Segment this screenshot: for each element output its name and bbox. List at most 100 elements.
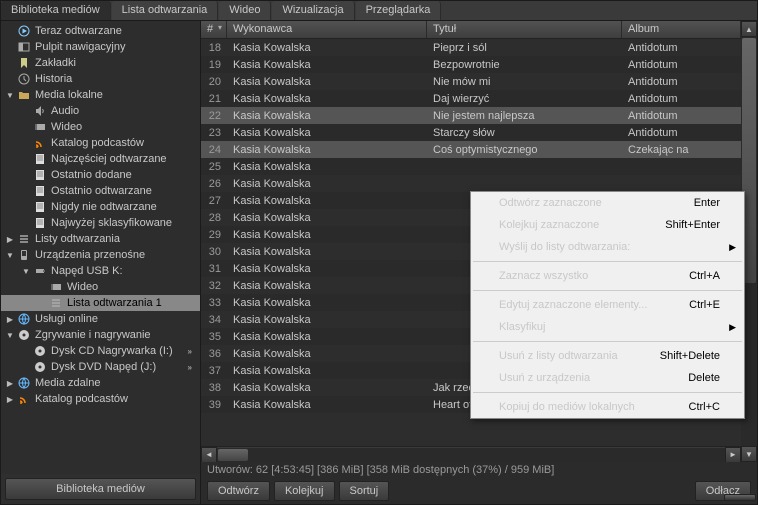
h-scrollbar[interactable]: ◄ ► [201,446,741,462]
tree-label: Dysk CD Nagrywarka (I:) [51,345,173,357]
tree-node-18[interactable]: ▶Usługi online [1,311,200,327]
menu-item-4[interactable]: Zaznacz wszystkoCtrl+A [471,265,744,287]
tree-node-8[interactable]: Najczęściej odtwarzane [1,151,200,167]
tree-node-23[interactable]: ▶Katalog podcastów [1,391,200,407]
tree-node-6[interactable]: Wideo [1,119,200,135]
disclosure-triangle[interactable]: ▶ [5,314,15,324]
disclosure-triangle[interactable]: ▶ [5,234,15,244]
disclosure-triangle[interactable]: ▶ [5,394,15,404]
disclosure-triangle [5,42,15,52]
resize-grip[interactable] [706,491,756,503]
table-row[interactable]: 24Kasia KowalskaCoś optymistycznegoCzeka… [201,141,741,158]
disclosure-triangle [21,170,31,180]
table-row[interactable]: 20Kasia KowalskaNie mów miAntidotum [201,73,741,90]
scroll-up-button[interactable]: ▲ [741,21,757,37]
tree-node-0[interactable]: Teraz odtwarzane [1,23,200,39]
play-button[interactable]: Odtwórz [207,481,270,501]
submenu-arrow-icon: ▶ [729,322,736,333]
table-row[interactable]: 22Kasia KowalskaNie jestem najlepszaAnti… [201,107,741,124]
col-num[interactable]: # [201,21,227,38]
tree-node-3[interactable]: Historia [1,71,200,87]
table-row[interactable]: 26Kasia Kowalska [201,175,741,192]
queue-button[interactable]: Kolejkuj [274,481,335,501]
table-row[interactable]: 25Kasia Kowalska [201,158,741,175]
menu-item-6[interactable]: Edytuj zaznaczone elementy...Ctrl+E [471,294,744,316]
table-row[interactable]: 21Kasia KowalskaDaj wierzyćAntidotum [201,90,741,107]
scroll-right-button[interactable]: ► [725,447,741,463]
tree-node-15[interactable]: ▼Napęd USB K: [1,263,200,279]
cell-album [622,183,741,185]
tree-node-22[interactable]: ▶Media zdalne [1,375,200,391]
tab-1[interactable]: Lista odtwarzania [112,1,219,20]
col-album[interactable]: Album [622,21,741,38]
tree-node-11[interactable]: Nigdy nie odtwarzane [1,199,200,215]
disclosure-triangle[interactable]: ▼ [21,266,31,276]
tree-node-1[interactable]: Pulpit nawigacyjny [1,39,200,55]
tree-node-5[interactable]: Audio [1,103,200,119]
disclosure-triangle [21,218,31,228]
table-row[interactable]: 23Kasia KowalskaStarczy słówAntidotum [201,124,741,141]
tree-node-20[interactable]: Dysk CD Nagrywarka (I:)» [1,343,200,359]
tree-node-19[interactable]: ▼Zgrywanie i nagrywanie [1,327,200,343]
sort-button[interactable]: Sortuj [339,481,390,501]
menu-item-12[interactable]: Kopiuj do mediów lokalnychCtrl+C [471,396,744,418]
tree-node-7[interactable]: Katalog podcastów [1,135,200,151]
disclosure-triangle[interactable]: ▶ [5,378,15,388]
tree-node-12[interactable]: Najwyżej sklasyfikowane [1,215,200,231]
cell-artist: Kasia Kowalska [227,160,427,174]
disclosure-triangle[interactable]: ▼ [5,90,15,100]
rss-icon [33,137,47,149]
menu-item-7[interactable]: Klasyfikuj▶ [471,316,744,338]
tab-4[interactable]: Przeglądarka [356,1,442,20]
col-title[interactable]: Tytuł [427,21,622,38]
h-scroll-track[interactable] [217,448,725,462]
col-artist[interactable]: Wykonawca [227,21,427,38]
tree-node-10[interactable]: Ostatnio odtwarzane [1,183,200,199]
tree-node-14[interactable]: ▼Urządzenia przenośne [1,247,200,263]
disclosure-triangle[interactable]: ▼ [5,330,15,340]
cell-album: Czekając na [622,143,741,157]
cell-num: 28 [201,211,227,225]
cell-num: 22 [201,109,227,123]
tab-3[interactable]: Wizualizacja [272,1,354,20]
menu-item-9[interactable]: Usuń z listy odtwarzaniaShift+Delete [471,345,744,367]
tree-node-2[interactable]: Zakładki [1,55,200,71]
menu-item-10[interactable]: Usuń z urządzeniaDelete [471,367,744,389]
menu-item-0[interactable]: Odtwórz zaznaczoneEnter [471,192,744,214]
cell-artist: Kasia Kowalska [227,398,427,412]
disclosure-triangle [21,154,31,164]
tree-node-17[interactable]: Lista odtwarzania 1 [1,295,200,311]
menu-label: Kopiuj do mediów lokalnych [499,401,635,413]
table-row[interactable]: 18Kasia KowalskaPieprz i sólAntidotum [201,39,741,56]
tree-node-21[interactable]: Dysk DVD Napęd (J:)» [1,359,200,375]
scroll-left-button[interactable]: ◄ [201,447,217,463]
menu-separator [473,341,742,342]
menu-item-1[interactable]: Kolejkuj zaznaczoneShift+Enter [471,214,744,236]
library-button[interactable]: Biblioteka mediów [5,478,196,500]
rss-icon [17,393,31,405]
tree-node-13[interactable]: ▶Listy odtwarzania [1,231,200,247]
doc-icon [33,217,47,229]
tree-node-4[interactable]: ▼Media lokalne [1,87,200,103]
tree-label: Nigdy nie odtwarzane [51,201,157,213]
scroll-down-button[interactable]: ▼ [741,446,757,462]
cell-artist: Kasia Kowalska [227,194,427,208]
tree-node-9[interactable]: Ostatnio dodane [1,167,200,183]
h-scroll-thumb[interactable] [218,449,248,461]
tab-2[interactable]: Wideo [219,1,271,20]
menu-item-2[interactable]: Wyślij do listy odtwarzania:▶ [471,236,744,258]
cell-num: 33 [201,296,227,310]
doc-icon [33,153,47,165]
tree-node-16[interactable]: Wideo [1,279,200,295]
disclosure-triangle [21,346,31,356]
menu-shortcut: Ctrl+E [689,299,720,311]
cell-artist: Kasia Kowalska [227,330,427,344]
table-row[interactable]: 19Kasia KowalskaBezpowrotnieAntidotum [201,56,741,73]
content-area: Teraz odtwarzane Pulpit nawigacyjny Zakład… [1,21,757,504]
disclosure-triangle [21,186,31,196]
disclosure-triangle[interactable]: ▼ [5,250,15,260]
tree-label: Pulpit nawigacyjny [35,41,126,53]
tab-0[interactable]: Biblioteka mediów [1,1,111,20]
cell-artist: Kasia Kowalska [227,364,427,378]
cell-title: Nie mów mi [427,75,622,89]
